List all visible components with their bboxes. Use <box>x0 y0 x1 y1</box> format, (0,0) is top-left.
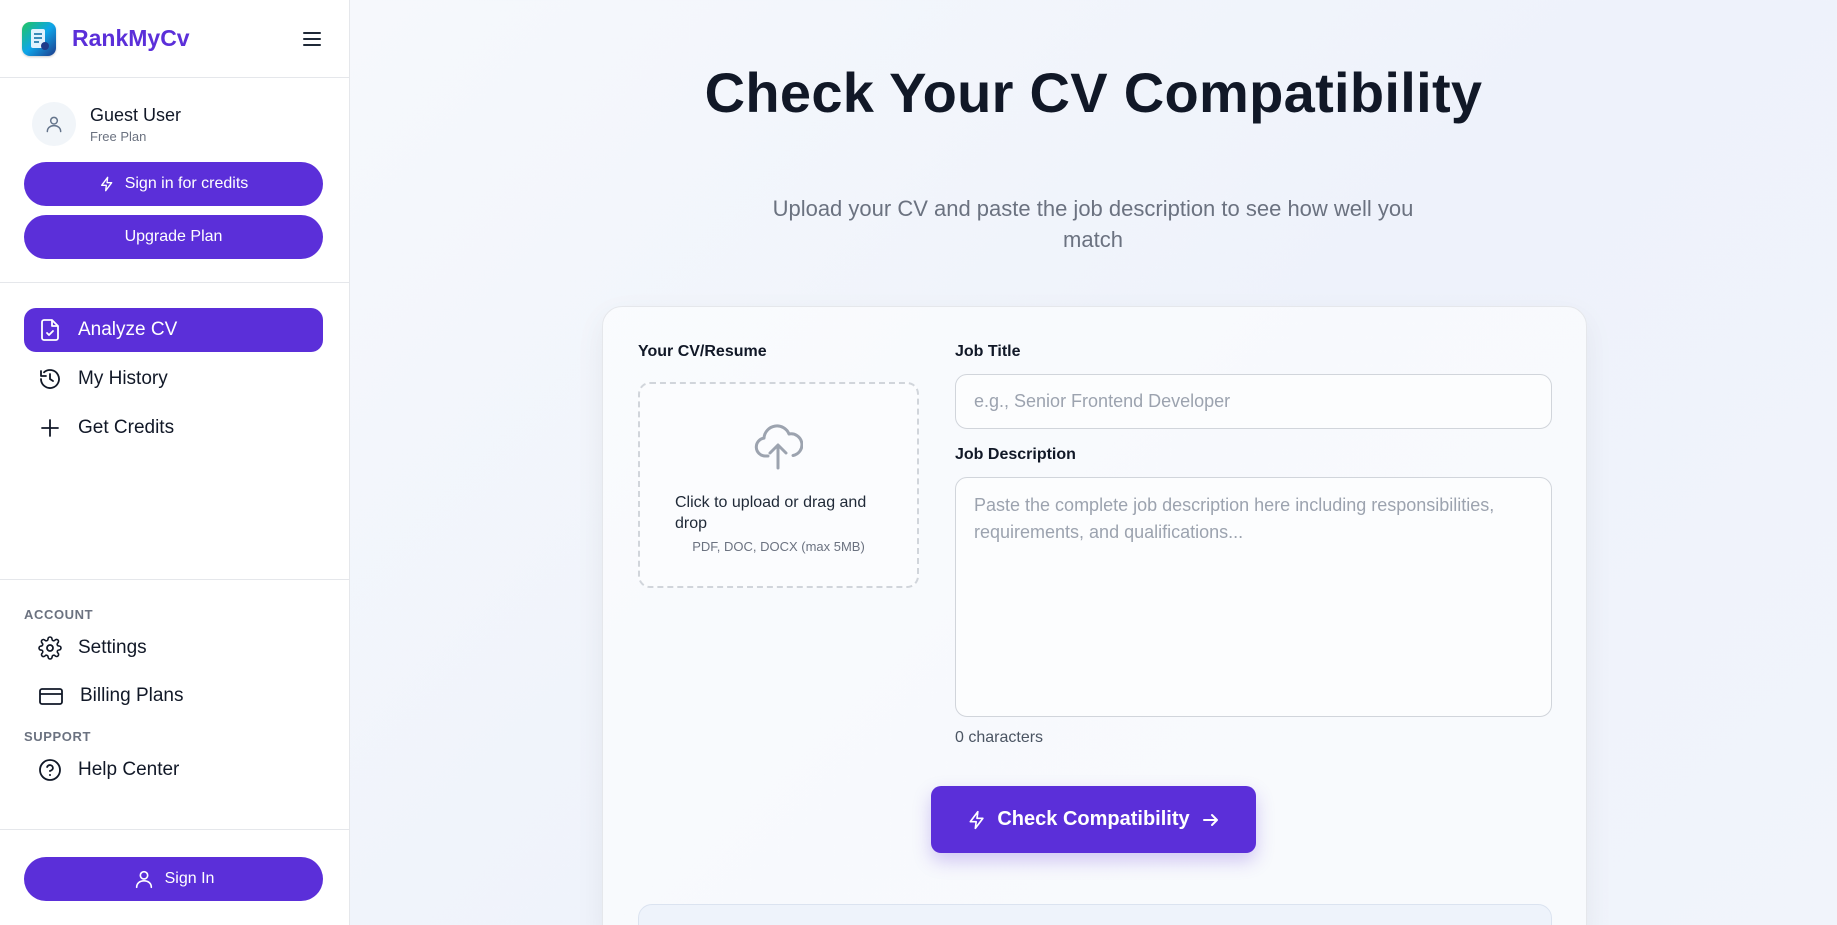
cv-upload-label: Your CV/Resume <box>638 343 767 360</box>
lightning-icon <box>969 810 985 829</box>
sign-in-for-credits-label: Sign in for credits <box>124 175 249 192</box>
user-icon <box>46 116 62 133</box>
nav-label-analyze-cv: Analyze CV <box>78 319 178 340</box>
upload-file-types: PDF, DOC, DOCX (max 5MB) <box>692 539 865 554</box>
support-section-label: SUPPORT <box>24 729 92 744</box>
account-section-label: ACCOUNT <box>24 607 94 622</box>
user-name: Guest User <box>90 104 182 125</box>
upgrade-plan-label: Upgrade Plan <box>124 228 223 245</box>
sign-in-label: Sign In <box>164 870 215 887</box>
brand-header: RankMyCv <box>0 0 349 78</box>
plus-icon <box>41 419 59 437</box>
lightning-icon <box>100 176 113 192</box>
cv-upload-dropzone[interactable]: Click to upload or drag and drop PDF, DO… <box>638 382 919 588</box>
nav-label-settings: Settings <box>78 637 147 658</box>
sign-in-area: Sign In <box>0 830 349 925</box>
help-circle-icon <box>39 759 61 781</box>
nav-item-billing-plans[interactable]: Billing Plans <box>24 674 323 718</box>
upload-instructions: Click to upload or drag and drop <box>675 494 867 532</box>
compatibility-form-card: Your CV/Resume Click to upload or drag a… <box>602 306 1587 925</box>
sidebar: RankMyCv Guest User Free Plan Sign in fo… <box>0 0 350 925</box>
page-title: Check Your CV Compatibility <box>704 61 1483 124</box>
nav-item-analyze-cv[interactable]: Analyze CV <box>24 308 323 352</box>
character-count: 0 characters <box>955 729 1044 746</box>
cloud-upload-icon <box>754 424 803 470</box>
job-description-textarea[interactable] <box>955 477 1552 717</box>
history-icon <box>40 369 60 389</box>
nav-label-get-credits: Get Credits <box>78 417 175 438</box>
nav-item-my-history[interactable]: My History <box>24 357 323 401</box>
avatar <box>32 102 76 146</box>
arrow-right-icon <box>1202 813 1218 826</box>
main-content: Check Your CV Compatibility Upload your … <box>350 0 1837 925</box>
nav-item-get-credits[interactable]: Get Credits <box>24 406 323 450</box>
upgrade-plan-button[interactable]: Upgrade Plan <box>24 215 323 259</box>
secondary-nav: ACCOUNT Settings Billing Plans SUPPORT H… <box>0 580 349 830</box>
app-logo-icon[interactable] <box>22 21 56 56</box>
user-info: Guest User Free Plan <box>24 96 325 152</box>
check-compatibility-label: Check Compatibility <box>997 808 1190 830</box>
nav-item-help-center[interactable]: Help Center <box>24 748 323 792</box>
menu-toggle-icon[interactable] <box>297 24 327 54</box>
nav-label-my-history: My History <box>78 368 168 389</box>
sign-in-for-credits-button[interactable]: Sign in for credits <box>24 162 323 206</box>
nav-label-help-center: Help Center <box>78 759 180 780</box>
job-description-label: Job Description <box>955 446 1076 463</box>
nav-label-billing-plans: Billing Plans <box>80 685 184 706</box>
app-name[interactable]: RankMyCv <box>72 25 190 52</box>
info-panel <box>638 904 1552 925</box>
user-plan: Free Plan <box>90 128 147 144</box>
gear-icon <box>38 636 62 660</box>
job-title-label: Job Title <box>955 343 1021 360</box>
user-icon <box>135 870 152 889</box>
user-panel: Guest User Free Plan Sign in for credits… <box>0 78 349 283</box>
credit-card-icon <box>39 688 63 705</box>
job-title-input[interactable] <box>955 374 1552 429</box>
document-check-icon <box>41 319 59 341</box>
main-nav: Analyze CV My History Get Credits <box>0 283 349 580</box>
nav-item-settings[interactable]: Settings <box>24 626 323 670</box>
page-subtitle: Upload your CV and paste the job descrip… <box>772 196 1414 252</box>
sign-in-button[interactable]: Sign In <box>24 857 323 901</box>
check-compatibility-button[interactable]: Check Compatibility <box>931 786 1256 853</box>
